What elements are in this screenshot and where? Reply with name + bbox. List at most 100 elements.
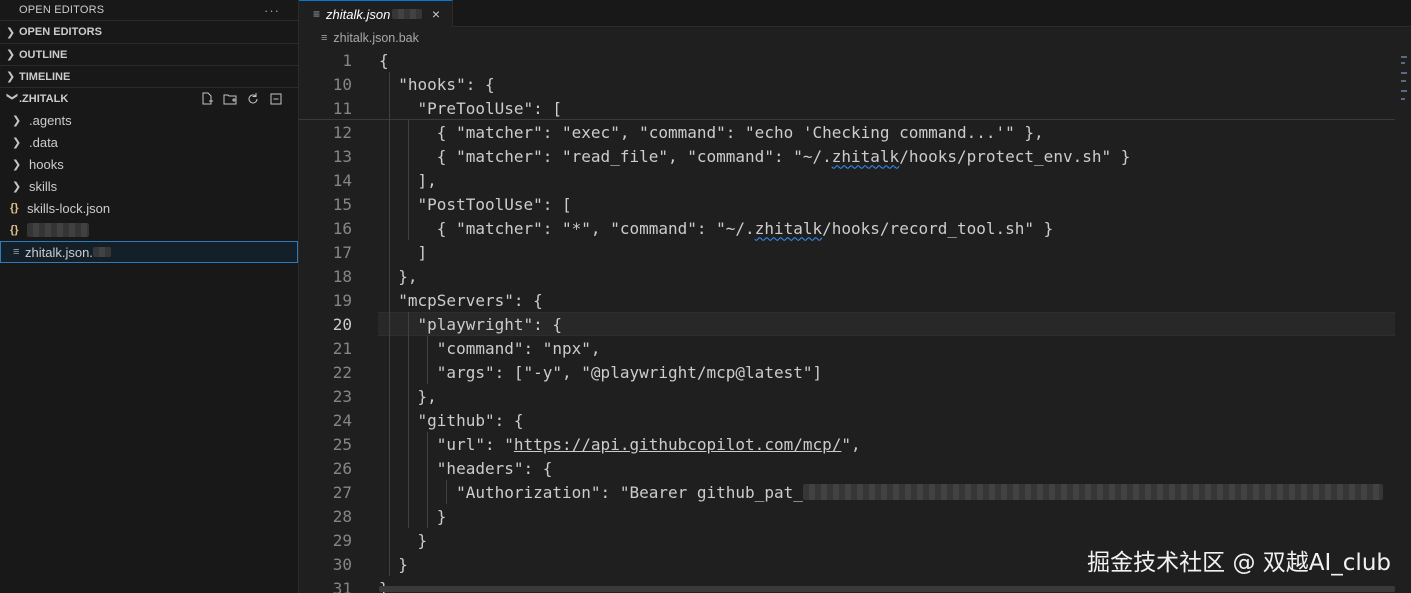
tree-folder-hooks[interactable]: ❯ hooks [0, 153, 298, 175]
line-number: 20 [332, 314, 352, 334]
code-line[interactable]: 13 { "matcher": "read_file", "command": … [299, 144, 1395, 168]
code-line[interactable]: 10 "hooks": { [299, 72, 1395, 96]
line-number: 30 [332, 554, 352, 574]
code-text: { "matcher": "read_file", "command": "~/… [379, 146, 1131, 166]
tree-item-label: skills-lock.json [27, 200, 111, 216]
text-file-icon: ≡ [313, 7, 321, 21]
code-text: { "matcher": "exec", "command": "echo 'C… [379, 122, 1044, 142]
code-text: "url": "https://api.githubcopilot.com/mc… [379, 434, 861, 454]
code-text: { "matcher": "*", "command": "~/.zhitalk… [379, 218, 1054, 238]
line-number: 16 [332, 218, 352, 238]
tree-file-zhitalk-json[interactable]: ≡ zhitalk.json. [0, 241, 298, 263]
horizontal-scrollbar[interactable] [379, 586, 1395, 592]
tree-folder-agents[interactable]: ❯ .agents [0, 109, 298, 131]
tree-item-label: .agents [29, 112, 72, 128]
code-line[interactable]: 21 "command": "npx", [299, 336, 1395, 360]
redacted-tab-suffix [392, 9, 423, 19]
tree-folder-skills[interactable]: ❯ skills [0, 175, 298, 197]
code-text: } [379, 554, 408, 574]
tab-bar: ≡ zhitalk.json × [299, 0, 1411, 27]
json-file-icon: {} [10, 202, 19, 214]
new-file-icon[interactable] [199, 91, 215, 107]
breadcrumb[interactable]: ≡ zhitalk.json.bak [299, 27, 1411, 49]
tree-item-label: .data [29, 134, 58, 150]
tree-folder-data[interactable]: ❯ .data [0, 131, 298, 153]
line-number: 27 [332, 482, 352, 502]
line-number: 15 [332, 194, 352, 214]
code-line[interactable]: 22 "args": ["-y", "@playwright/mcp@lates… [299, 360, 1395, 384]
code-line[interactable]: 23 }, [299, 384, 1395, 408]
redacted-filename [27, 223, 89, 237]
collapse-all-icon[interactable] [268, 91, 284, 107]
code-line[interactable]: 17 ] [299, 240, 1395, 264]
explorer-sidebar: OPEN EDITORS ··· ❯ OPEN EDITORS ❯ OUTLIN… [0, 0, 299, 593]
indent-guide [388, 72, 390, 576]
indent-guide [427, 336, 429, 384]
code-line[interactable]: 12 { "matcher": "exec", "command": "echo… [299, 120, 1395, 144]
section-timeline[interactable]: ❯ TIMELINE [0, 65, 298, 87]
code-text: "hooks": { [379, 74, 495, 94]
line-number: 13 [332, 146, 352, 166]
code-text: }, [379, 266, 418, 286]
line-number: 31 [332, 578, 352, 593]
code-line[interactable]: 19 "mcpServers": { [299, 288, 1395, 312]
code-line[interactable]: 15 "PostToolUse": [ [299, 192, 1395, 216]
code-text: "command": "npx", [379, 338, 601, 358]
code-text: { [379, 50, 389, 70]
chevron-right-icon: ❯ [6, 49, 16, 61]
chevron-right-icon: ❯ [12, 158, 22, 171]
code-line[interactable]: 1{ [299, 48, 1395, 72]
sidebar-header: OPEN EDITORS ··· [0, 0, 298, 20]
new-folder-icon[interactable] [222, 91, 238, 107]
minimap[interactable] [1395, 48, 1411, 120]
code-line[interactable]: 27 "Authorization": "Bearer github_pat_ [299, 480, 1395, 504]
section-open-editors[interactable]: ❯ OPEN EDITORS [0, 20, 298, 43]
redacted-suffix [92, 247, 111, 257]
folder-label: .ZHITALK [19, 92, 69, 105]
text-file-icon: ≡ [13, 246, 20, 258]
code-editor[interactable]: 1{10 "hooks": {11 "PreToolUse": [12 { "m… [299, 48, 1411, 593]
line-number: 12 [332, 122, 352, 142]
sticky-scroll-divider [299, 119, 1395, 120]
editor-area: ≡ zhitalk.json × ≡ zhitalk.json.bak 1{10… [299, 0, 1411, 593]
line-number: 29 [332, 530, 352, 550]
code-line[interactable]: 20 "playwright": { [333, 312, 1395, 336]
close-icon[interactable]: × [432, 6, 440, 22]
tree-file-skills-lock[interactable]: {} skills-lock.json [0, 197, 298, 219]
breadcrumb-file[interactable]: zhitalk.json.bak [333, 31, 418, 45]
more-actions-icon[interactable]: ··· [264, 3, 280, 18]
code-line[interactable]: 18 }, [299, 264, 1395, 288]
code-line[interactable]: 16 { "matcher": "*", "command": "~/.zhit… [299, 216, 1395, 240]
code-line[interactable]: 26 "headers": { [299, 456, 1395, 480]
tree-item-label: zhitalk.json. [25, 244, 93, 260]
indent-guide [407, 312, 409, 528]
code-text: "args": ["-y", "@playwright/mcp@latest"] [379, 362, 823, 382]
tab-label: zhitalk.json [326, 6, 391, 22]
code-line[interactable]: 14 ], [299, 168, 1395, 192]
code-line[interactable]: 11 "PreToolUse": [ [299, 96, 1395, 120]
chevron-right-icon: ❯ [6, 26, 16, 39]
line-number: 14 [332, 170, 352, 190]
code-line[interactable]: 24 "github": { [299, 408, 1395, 432]
chevron-right-icon: ❯ [12, 114, 22, 127]
line-number: 26 [332, 458, 352, 478]
refresh-icon[interactable] [245, 91, 261, 107]
tab-zhitalk-json[interactable]: ≡ zhitalk.json × [299, 0, 453, 27]
code-text: "github": { [379, 410, 524, 430]
chevron-right-icon: ❯ [6, 71, 16, 83]
code-line[interactable]: 25 "url": "https://api.githubcopilot.com… [299, 432, 1395, 456]
section-outline[interactable]: ❯ OUTLINE [0, 43, 298, 65]
line-number: 21 [332, 338, 352, 358]
code-text: } [379, 530, 428, 550]
line-number: 10 [332, 74, 352, 94]
tree-item-label: hooks [29, 156, 64, 172]
tree-file-redacted[interactable]: {} [0, 219, 298, 241]
section-label: OUTLINE [19, 48, 68, 61]
chevron-down-icon: ❯ [6, 92, 18, 102]
code-text: "Authorization": "Bearer github_pat_ [379, 482, 803, 502]
section-folder-zhitalk[interactable]: ❯ .ZHITALK [0, 87, 298, 109]
indent-guide [407, 120, 409, 240]
code-line[interactable]: 28 } [299, 504, 1395, 528]
line-number: 22 [332, 362, 352, 382]
tree-item-label: skills [29, 178, 58, 194]
